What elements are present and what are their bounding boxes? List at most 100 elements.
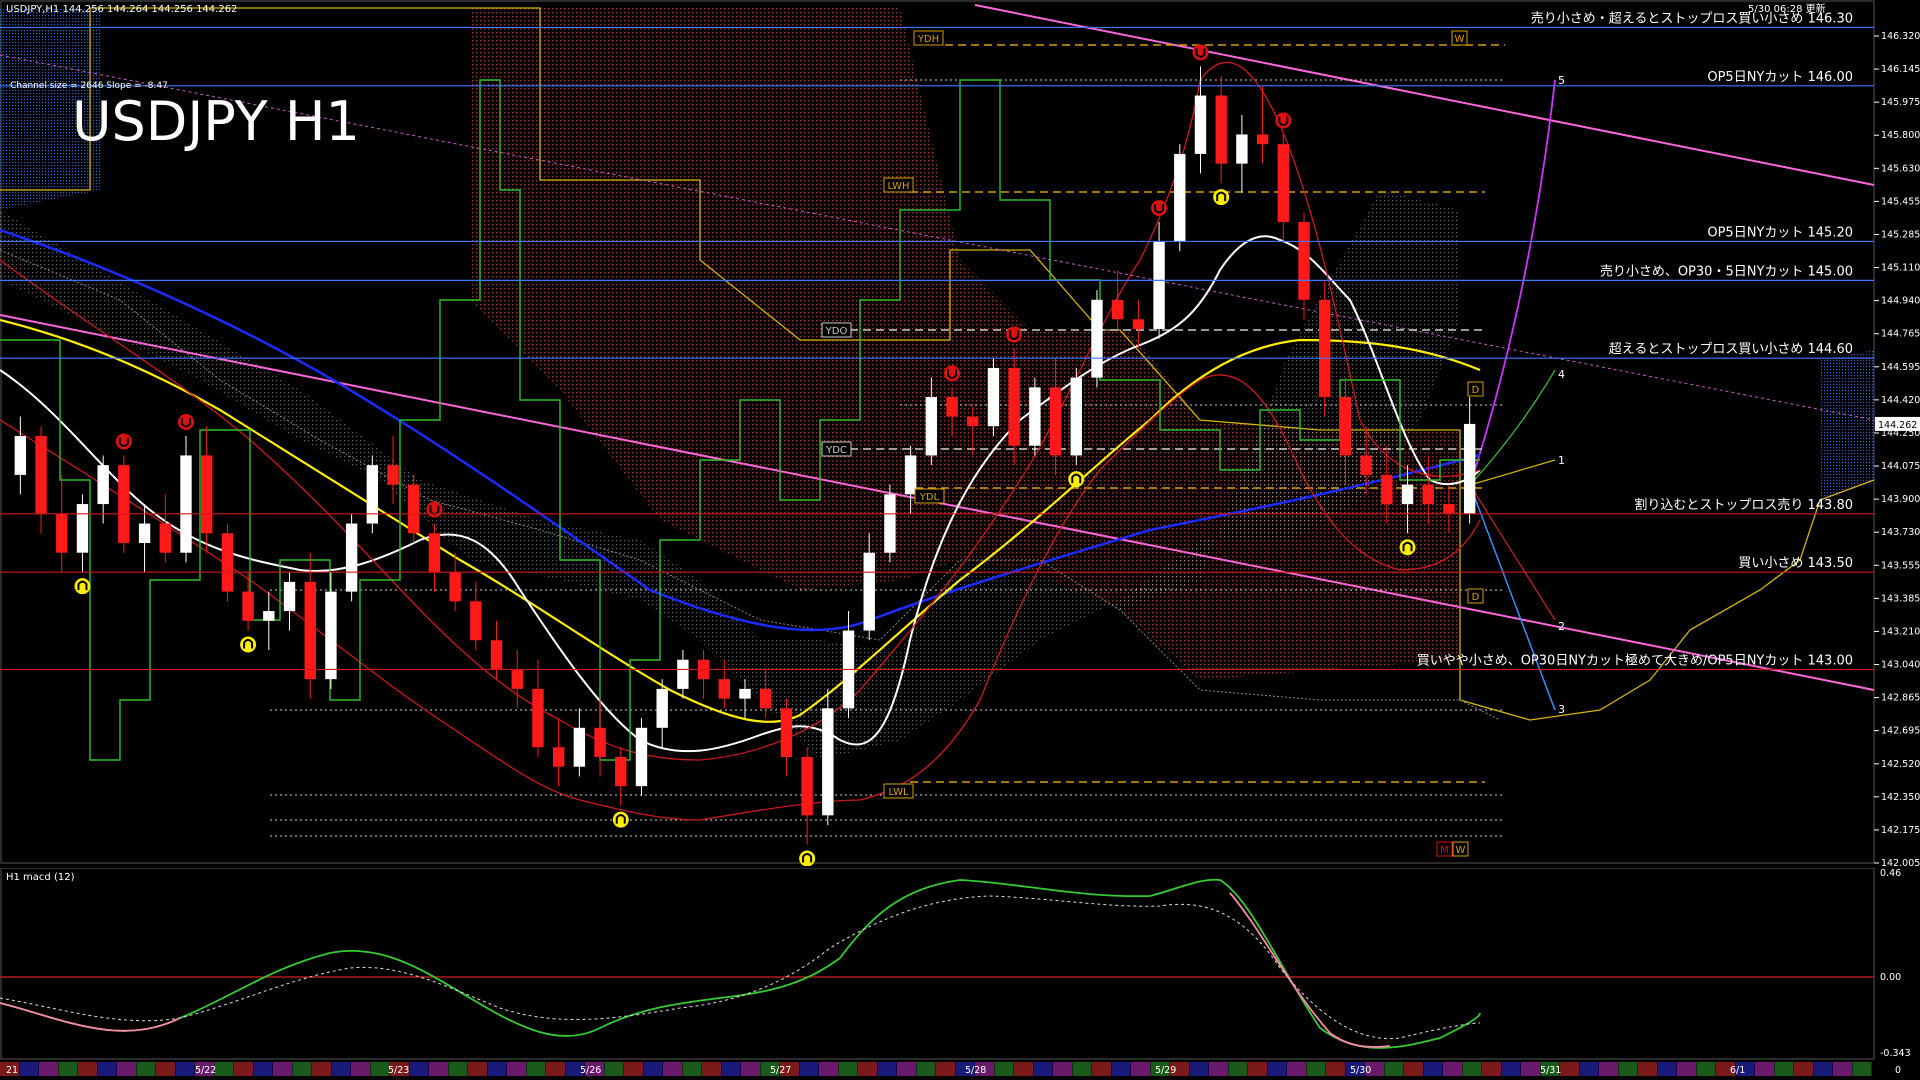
sell-signal-marker [944, 365, 961, 382]
candle-body [263, 611, 275, 621]
date-strip-segment [604, 1062, 624, 1076]
price-tick-label: 143.555 [1881, 560, 1920, 571]
candle-body [1298, 221, 1310, 300]
date-strip-segment [1092, 1062, 1111, 1076]
candle-body [449, 572, 461, 602]
date-strip-segment [97, 1062, 117, 1076]
price-tick-label: 142.175 [1881, 825, 1920, 836]
wave-label: 1 [1558, 454, 1565, 467]
candle-body [677, 659, 689, 689]
buy-signal-marker [1068, 471, 1085, 488]
candle-body [56, 513, 68, 553]
date-strip-segment [1521, 1062, 1540, 1076]
price-tick-label: 144.075 [1881, 461, 1920, 472]
date-strip-segment [1618, 1062, 1638, 1076]
date-strip-segment [994, 1062, 1014, 1076]
date-strip-segment [1833, 1062, 1852, 1076]
candle-body [366, 465, 379, 524]
sell-signal-marker [177, 413, 194, 430]
ydh-box-text: YDH [917, 34, 939, 45]
macd-falling-segment [1229, 892, 1391, 1048]
price-tick-label: 143.900 [1881, 494, 1920, 505]
date-axis: 21 5/22 5/23 5/26 5/27 5/28 5/29 5/30 5/31 6/1 0 [0, 1060, 1920, 1080]
price-level-label: 売り小さめ、OP30・5日NYカット 145.00 [1600, 263, 1853, 279]
candle-body [1194, 95, 1207, 154]
macd-label: H1 macd (12) [6, 872, 75, 883]
w-bottom-box-text: W [1456, 845, 1466, 856]
date-strip-segment [448, 1062, 468, 1076]
cloud-blue-region-right [1820, 350, 1874, 500]
date-strip-segment [1053, 1062, 1072, 1076]
projection-line-yellow [1469, 459, 1556, 486]
date-strip-segment [526, 1062, 546, 1076]
date-strip-segment [1267, 1062, 1287, 1076]
date-strip-segment [58, 1062, 78, 1076]
macd-svg: H1 macd (12) 0.46 0.00 -0.343 [0, 868, 1911, 1060]
sell-signal-marker [1151, 199, 1168, 216]
price-tick-label: 146.320 [1881, 31, 1920, 42]
date-strip-segment [409, 1062, 429, 1076]
date-strip-segment [39, 1062, 58, 1076]
candle-body [511, 669, 523, 689]
date-strip-segment [370, 1062, 390, 1076]
price-chart-pane[interactable]: 売り小さめ・超えるとストップロス買い小さめ 146.30 OP5日NYカット 14… [0, 0, 1920, 866]
candle-body [946, 397, 958, 417]
price-level-label: OP5日NYカット 145.20 [1707, 225, 1853, 240]
candle-body [760, 688, 772, 709]
date-strip-segment [1014, 1062, 1033, 1076]
macd-border [0, 868, 1875, 1060]
candle-body [387, 465, 399, 485]
macd-axis-zero: 0.00 [1880, 972, 1901, 983]
price-level-label: 割り込むとストップロス売り 143.80 [1634, 497, 1853, 513]
candle-body [1360, 455, 1372, 475]
candle-body [1422, 484, 1434, 505]
candle-body [428, 533, 441, 573]
macd-lines [0, 878, 1874, 1049]
price-tick-label: 144.595 [1881, 362, 1920, 373]
sell-signal-marker [1192, 44, 1209, 61]
date-strip-segment [663, 1062, 682, 1076]
candle-body [884, 494, 896, 553]
date-strip-segment [19, 1062, 39, 1076]
d-bottom-box-text: D [1472, 592, 1480, 603]
date-strip-segment [1131, 1062, 1150, 1076]
candle-body [1174, 153, 1186, 242]
price-level-label: OP5日NYカット 146.00 [1707, 70, 1853, 85]
date-strip-segment [1482, 1062, 1501, 1076]
lwl-box-text: LWL [888, 787, 909, 798]
date-strip-segment [468, 1062, 487, 1076]
candle-body [801, 756, 813, 816]
date-strip-segment [1755, 1062, 1774, 1076]
date-strip-segment [1287, 1062, 1306, 1076]
date-strip-segment [156, 1062, 175, 1076]
date-label: 6/1 [1730, 1065, 1745, 1076]
date-strip-segment [1813, 1062, 1833, 1076]
price-tick-label: 143.730 [1881, 527, 1920, 538]
candle-body [345, 523, 358, 592]
wave-label: 3 [1558, 703, 1565, 716]
candle-body [925, 397, 938, 456]
date-strip-segment [273, 1062, 292, 1076]
price-tick-label: 143.385 [1881, 593, 1920, 604]
price-tick-label: 145.455 [1881, 196, 1920, 207]
sell-signal-marker [115, 433, 132, 450]
date-strip-segment [1638, 1062, 1657, 1076]
candle-body [1008, 367, 1020, 446]
price-tick-label: 142.350 [1881, 792, 1920, 803]
date-label: 5/31 [1540, 1065, 1561, 1076]
date-strip-segment [624, 1062, 643, 1076]
macd-pane[interactable]: H1 macd (12) 0.46 0.00 -0.343 [0, 868, 1920, 1060]
date-strip-segment [916, 1062, 936, 1076]
sell-signal-marker [1275, 112, 1292, 129]
date-strip-segment [1111, 1062, 1131, 1076]
candle-body [138, 523, 151, 543]
candle-body [552, 747, 565, 767]
price-tick-label: 144.420 [1881, 395, 1920, 406]
date-strip-segment [1852, 1062, 1872, 1076]
candle-body [35, 435, 47, 514]
price-tick-label: 144.940 [1881, 296, 1920, 307]
ydl-box-text: YDL [919, 492, 940, 503]
date-strip-segment [1404, 1062, 1423, 1076]
candle-body [118, 465, 130, 543]
buy-signal-marker [612, 811, 629, 828]
